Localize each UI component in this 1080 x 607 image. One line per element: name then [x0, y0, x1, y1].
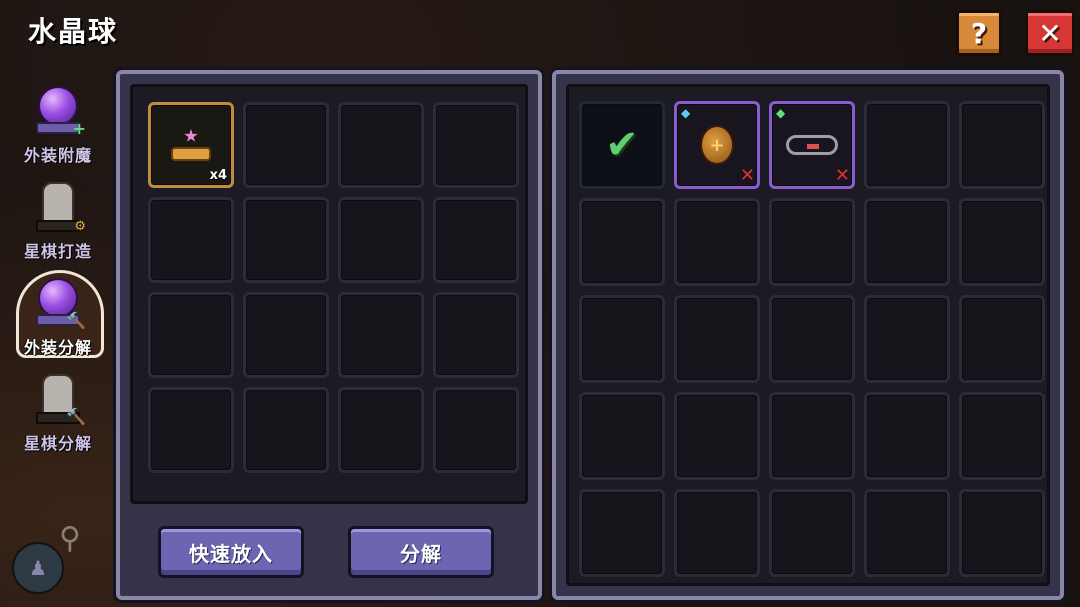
- material-slot[interactable]: [338, 292, 424, 378]
- remove-icon[interactable]: ✕: [740, 165, 755, 186]
- hammer-icon: 🔨: [66, 407, 86, 426]
- inventory-slot[interactable]: [579, 489, 665, 577]
- help-button[interactable]: ?: [956, 10, 1002, 56]
- inventory-grid-area: ✔ ◆ + ✕ ◆ ✕: [566, 84, 1050, 586]
- inventory-grid: ✔ ◆ + ✕ ◆ ✕: [579, 101, 1045, 577]
- material-panel: x4 快速放入 分解: [116, 70, 542, 600]
- sidebar-item-chess-forge[interactable]: ⚙ 星棋打造: [10, 174, 106, 268]
- inventory-slot[interactable]: [864, 101, 950, 189]
- inventory-slot[interactable]: [864, 295, 950, 383]
- window-title: 水晶球: [28, 15, 119, 48]
- material-slot[interactable]: [433, 387, 519, 473]
- sidebar: + 外装附魔 ⚙ 星棋打造 🔨 外装分解 🔨 星棋分解: [10, 78, 110, 462]
- person-icon: ♟: [29, 556, 47, 580]
- close-icon: ✕: [1038, 16, 1062, 50]
- inventory-slot[interactable]: [579, 392, 665, 480]
- material-slot[interactable]: [433, 102, 519, 188]
- green-gem-icon: ◆: [776, 106, 786, 120]
- material-slot[interactable]: [243, 292, 329, 378]
- material-slot[interactable]: x4: [148, 102, 234, 188]
- material-slot[interactable]: [338, 197, 424, 283]
- inventory-slot[interactable]: [769, 295, 855, 383]
- inventory-slot[interactable]: [864, 198, 950, 286]
- select-all-slot[interactable]: ✔: [579, 101, 665, 189]
- select-all-check-icon: ✔: [605, 122, 639, 168]
- chain-bracelet-icon: [786, 135, 838, 155]
- question-icon: ?: [970, 16, 988, 50]
- close-button[interactable]: ✕: [1025, 10, 1075, 56]
- inventory-slot[interactable]: [579, 198, 665, 286]
- sidebar-item-outfit-decompose[interactable]: 🔨 外装分解: [10, 270, 106, 364]
- inventory-slot[interactable]: [674, 198, 760, 286]
- sidebar-item-chess-decompose[interactable]: 🔨 星棋分解: [10, 366, 106, 460]
- pink-star-cake-icon: [171, 129, 211, 161]
- material-slot[interactable]: [433, 197, 519, 283]
- material-slot[interactable]: [243, 387, 329, 473]
- material-grid: x4: [148, 102, 519, 473]
- material-slot[interactable]: [148, 292, 234, 378]
- inventory-slot[interactable]: [959, 392, 1045, 480]
- material-slot[interactable]: [433, 292, 519, 378]
- purple-crystal-orb-icon: +: [30, 84, 86, 140]
- sidebar-item-label: 星棋分解: [23, 434, 92, 453]
- material-slot[interactable]: [148, 387, 234, 473]
- purple-crystal-orb-icon: 🔨: [30, 276, 86, 332]
- inventory-slot[interactable]: [769, 198, 855, 286]
- material-slot[interactable]: [243, 197, 329, 283]
- plus-icon: +: [72, 119, 86, 138]
- item-quantity: x4: [209, 168, 227, 183]
- inventory-slot[interactable]: [959, 489, 1045, 577]
- material-slot[interactable]: [338, 387, 424, 473]
- quick-add-button[interactable]: 快速放入: [158, 526, 304, 578]
- character-button[interactable]: ♟: [12, 542, 64, 594]
- inventory-slot[interactable]: [769, 489, 855, 577]
- stone-statue-icon: 🔨: [30, 372, 86, 428]
- sidebar-item-outfit-enchant[interactable]: + 外装附魔: [10, 78, 106, 172]
- material-grid-area: x4: [130, 84, 528, 504]
- gear-icon: ⚙: [74, 219, 86, 234]
- inventory-slot[interactable]: [769, 392, 855, 480]
- hammer-icon: 🔨: [66, 311, 86, 330]
- sidebar-item-label: 外装附魔: [23, 146, 92, 165]
- sidebar-item-label: 外装分解: [23, 338, 92, 357]
- decompose-button[interactable]: 分解: [348, 526, 494, 578]
- game-screen: 水晶球 ? ✕ + 外装附魔 ⚙ 星棋打造 🔨 外装分解 🔨 星棋分解 ⚲ ♟ …: [0, 0, 1080, 607]
- stone-statue-icon: ⚙: [30, 180, 86, 236]
- inventory-slot[interactable]: [959, 295, 1045, 383]
- blue-gem-icon: ◆: [681, 106, 691, 120]
- inventory-panel: ✔ ◆ + ✕ ◆ ✕: [552, 70, 1064, 600]
- inventory-slot[interactable]: ◆ ✕: [769, 101, 855, 189]
- inventory-slot[interactable]: [959, 198, 1045, 286]
- inventory-slot[interactable]: [674, 295, 760, 383]
- inventory-slot[interactable]: [674, 392, 760, 480]
- inventory-slot[interactable]: ◆ + ✕: [674, 101, 760, 189]
- inventory-slot[interactable]: [959, 101, 1045, 189]
- material-slot[interactable]: [243, 102, 329, 188]
- remove-icon[interactable]: ✕: [835, 165, 850, 186]
- inventory-slot[interactable]: [579, 295, 665, 383]
- inventory-slot[interactable]: [864, 489, 950, 577]
- material-slot[interactable]: [148, 197, 234, 283]
- inventory-slot[interactable]: [674, 489, 760, 577]
- material-slot[interactable]: [338, 102, 424, 188]
- sidebar-item-label: 星棋打造: [23, 242, 92, 261]
- bronze-shield-icon: +: [700, 125, 734, 165]
- inventory-slot[interactable]: [864, 392, 950, 480]
